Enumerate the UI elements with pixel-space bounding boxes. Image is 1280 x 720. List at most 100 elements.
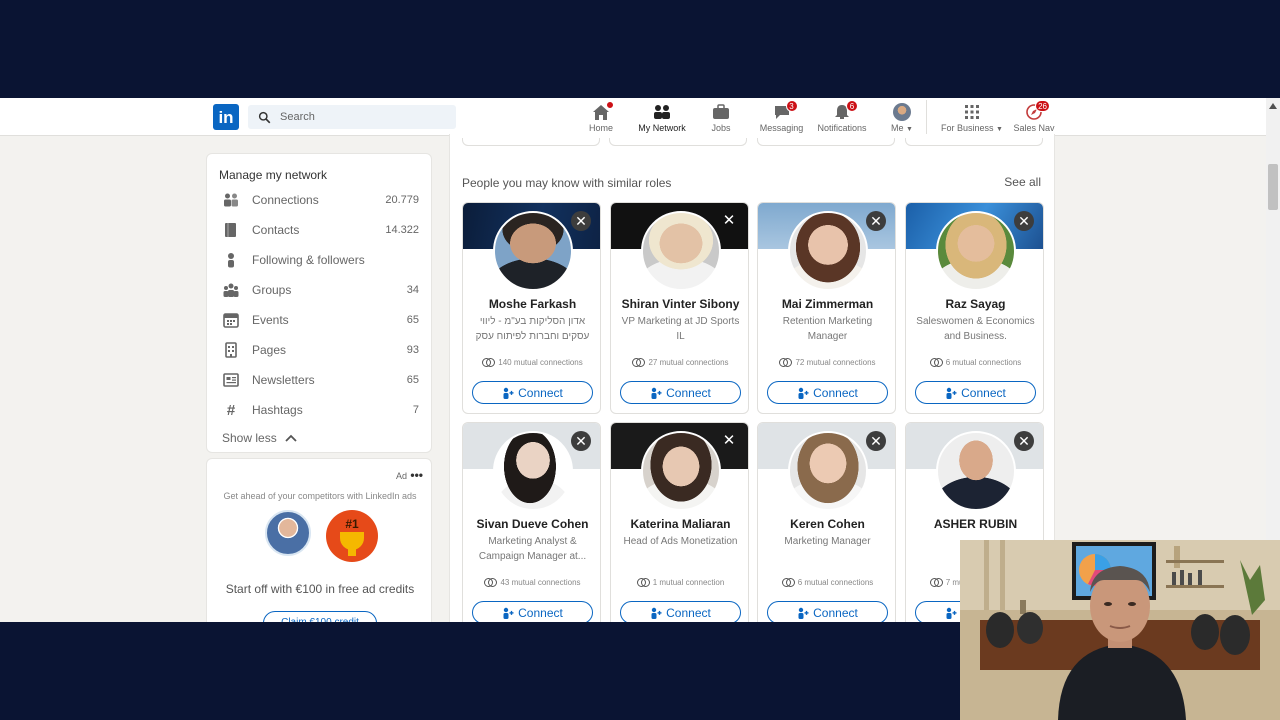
newsletter-icon [223, 373, 239, 387]
connect-button[interactable]: Connect [767, 381, 888, 404]
ad-cta-text: Start off with €100 in free ad credits [225, 582, 415, 596]
person-card[interactable]: ✕ Katerina Maliaran Head of Ads Monetiza… [610, 422, 749, 622]
section-title: People you may know with similar roles [462, 176, 672, 190]
person-card[interactable]: ✕ Sivan Dueve Cohen Marketing Analyst & … [462, 422, 601, 622]
manage-network-title: Manage my network [219, 168, 328, 182]
mutual-connections-icon [482, 358, 496, 367]
connect-label: Connect [666, 385, 711, 400]
connect-button[interactable]: Connect [620, 381, 741, 404]
mutual-connections-icon [779, 358, 793, 367]
manage-item-hashtags[interactable]: # Hashtags 7 [223, 400, 419, 420]
person-card[interactable]: ✕ Moshe Farkash אדון הסליקות בע"מ - ליוו… [462, 202, 601, 414]
nav-home[interactable]: Home [588, 98, 614, 136]
nav-for-business[interactable]: For Business ▼ [941, 98, 1003, 136]
dismiss-icon[interactable]: ✕ [866, 431, 886, 451]
nav-jobs[interactable]: Jobs [708, 98, 734, 136]
nav-label: Jobs [711, 123, 731, 133]
search-icon [258, 111, 271, 123]
connect-button[interactable]: Connect [472, 601, 593, 622]
mutual-connections-icon [632, 358, 646, 367]
manage-item-label: Pages [252, 343, 287, 357]
person-card[interactable]: ✕ Keren Cohen Marketing Manager 6 mutual… [757, 422, 896, 622]
person-card[interactable]: ✕ Raz Sayag Saleswomen & Economics and B… [905, 202, 1044, 414]
profile-photo[interactable] [641, 431, 721, 511]
profile-photo[interactable] [788, 211, 868, 291]
more-options-icon[interactable]: ••• [410, 468, 423, 482]
manage-item-contacts[interactable]: Contacts 14.322 [223, 220, 419, 240]
dismiss-icon[interactable]: ✕ [571, 431, 591, 451]
show-less-label: Show less [222, 431, 277, 445]
profile-photo[interactable] [936, 211, 1016, 291]
dismiss-icon[interactable]: ✕ [1014, 211, 1034, 231]
add-person-icon [651, 607, 662, 619]
profile-photo[interactable] [788, 431, 868, 511]
nav-sales-nav[interactable]: 26 Sales Nav [1013, 98, 1055, 136]
mutual-connections: 27 mutual connections [648, 358, 729, 367]
manage-item-label: Contacts [252, 223, 300, 237]
person-name[interactable]: ASHER RUBIN [910, 517, 1041, 531]
person-name[interactable]: Shiran Vinter Sibony [615, 297, 746, 311]
add-person-icon [946, 387, 957, 399]
connections-icon [224, 193, 238, 207]
manage-item-newsletters[interactable]: Newsletters 65 [223, 370, 419, 390]
person-headline: Saleswomen & Economics and Business. [916, 316, 1035, 342]
groups-icon [223, 283, 239, 297]
person-name[interactable]: Sivan Dueve Cohen [467, 517, 598, 531]
manage-item-label: Events [252, 313, 289, 327]
mutual-connections-icon [929, 358, 943, 367]
linkedin-logo[interactable]: in [213, 104, 239, 130]
messaging-badge: 3 [785, 100, 798, 112]
dismiss-icon[interactable]: ✕ [571, 211, 591, 231]
person-name[interactable]: Keren Cohen [762, 517, 893, 531]
manage-item-label: Connections [252, 193, 319, 207]
nav-label: Sales Nav [1013, 123, 1055, 133]
profile-photo[interactable] [641, 211, 721, 291]
dismiss-icon[interactable]: ✕ [1014, 431, 1034, 451]
scroll-up-arrow[interactable] [1269, 103, 1277, 109]
connect-label: Connect [518, 605, 563, 620]
contacts-icon [225, 223, 236, 237]
manage-item-following[interactable]: Following & followers [223, 250, 419, 270]
dismiss-icon[interactable]: ✕ [866, 211, 886, 231]
manage-item-label: Newsletters [252, 373, 315, 387]
person-name[interactable]: Raz Sayag [910, 297, 1041, 311]
nav-me[interactable]: Me ▼ [889, 98, 915, 136]
see-all-link[interactable]: See all [1004, 175, 1041, 189]
connect-button[interactable]: Connect [767, 601, 888, 622]
claim-credit-button[interactable]: Claim €100 credit [263, 611, 377, 622]
manage-item-count: 34 [406, 284, 419, 296]
manage-item-groups[interactable]: Groups 34 [223, 280, 419, 300]
search-input[interactable] [280, 111, 450, 123]
person-name[interactable]: Katerina Maliaran [615, 517, 746, 531]
manage-item-count: 14.322 [385, 224, 419, 236]
profile-photo[interactable] [936, 431, 1016, 511]
connect-button[interactable]: Connect [915, 381, 1036, 404]
nav-label: My Network [638, 123, 686, 133]
person-headline: Head of Ads Monetization [623, 536, 738, 547]
profile-photo[interactable] [493, 211, 573, 291]
scroll-thumb[interactable] [1268, 164, 1278, 210]
nav-notifications[interactable]: 6 Notifications [816, 98, 868, 136]
dismiss-icon[interactable]: ✕ [719, 211, 739, 231]
person-card[interactable]: ✕ Shiran Vinter Sibony VP Marketing at J… [610, 202, 749, 414]
person-name[interactable]: Moshe Farkash [467, 297, 598, 311]
search-box[interactable] [248, 105, 456, 129]
person-card[interactable]: ✕ Mai Zimmerman Retention Marketing Mana… [757, 202, 896, 414]
connect-button[interactable]: Connect [620, 601, 741, 622]
nav-messaging[interactable]: 3 Messaging [759, 98, 804, 136]
manage-item-pages[interactable]: Pages 93 [223, 340, 419, 360]
previous-cards-edge [462, 138, 1044, 146]
mutual-connections-icon [781, 578, 795, 587]
show-less-toggle[interactable]: Show less [222, 431, 297, 445]
profile-photo[interactable] [493, 431, 573, 511]
person-name[interactable]: Mai Zimmerman [762, 297, 893, 311]
manage-item-connections[interactable]: Connections 20.779 [223, 190, 419, 210]
calendar-icon [223, 313, 239, 328]
manage-item-events[interactable]: Events 65 [223, 310, 419, 330]
nav-my-network[interactable]: My Network [636, 98, 688, 136]
dismiss-icon[interactable]: ✕ [719, 431, 739, 451]
webcam-scene [960, 540, 1280, 720]
chevron-up-icon [285, 434, 297, 442]
network-icon [654, 105, 670, 119]
connect-button[interactable]: Connect [472, 381, 593, 404]
